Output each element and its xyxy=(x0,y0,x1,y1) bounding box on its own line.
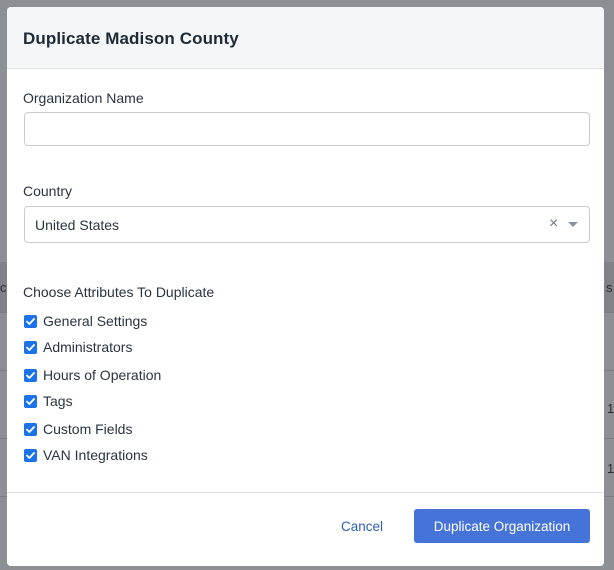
organization-name-input[interactable] xyxy=(24,112,590,146)
attributes-label: Choose Attributes To Duplicate xyxy=(23,284,215,300)
checkbox-checked-icon[interactable] xyxy=(24,448,37,462)
checkbox-label: General Settings xyxy=(43,313,148,329)
background-text-fragment: s xyxy=(606,280,613,295)
checkbox-checked-icon[interactable] xyxy=(24,314,37,328)
modal-title: Duplicate Madison County xyxy=(23,29,239,48)
modal-header: Duplicate Madison County xyxy=(7,7,604,69)
clear-icon[interactable]: × xyxy=(549,215,558,233)
attribute-checkbox-administrators[interactable]: Administrators xyxy=(24,337,132,357)
attribute-checkbox-hours-of-operation[interactable]: Hours of Operation xyxy=(24,365,161,385)
checkbox-label: Hours of Operation xyxy=(43,367,162,383)
chevron-down-icon[interactable] xyxy=(568,222,578,227)
background-text-fragment: 1 xyxy=(607,401,614,416)
checkbox-label: Administrators xyxy=(43,339,133,355)
checkbox-checked-icon[interactable] xyxy=(24,340,37,354)
attribute-checkbox-van-integrations[interactable]: VAN Integrations xyxy=(24,445,148,465)
checkbox-label: VAN Integrations xyxy=(43,447,148,463)
cancel-button[interactable]: Cancel xyxy=(341,519,383,534)
checkbox-label: Tags xyxy=(43,393,73,409)
country-selected-value: United States xyxy=(35,217,120,233)
attribute-checkbox-tags[interactable]: Tags xyxy=(24,391,73,411)
duplicate-organization-button[interactable]: Duplicate Organization xyxy=(414,509,590,543)
background-text-fragment: 1 xyxy=(607,461,614,476)
duplicate-organization-modal: Duplicate Madison County Organization Na… xyxy=(7,7,604,566)
checkbox-checked-icon[interactable] xyxy=(24,394,37,408)
organization-name-label: Organization Name xyxy=(23,90,144,106)
attribute-checkbox-general-settings[interactable]: General Settings xyxy=(24,311,147,331)
modal-footer: Cancel Duplicate Organization xyxy=(7,492,604,566)
country-select[interactable]: United States × xyxy=(24,206,590,243)
attribute-checkbox-custom-fields[interactable]: Custom Fields xyxy=(24,419,132,439)
checkbox-checked-icon[interactable] xyxy=(24,422,37,436)
checkbox-checked-icon[interactable] xyxy=(24,368,37,382)
country-label: Country xyxy=(23,183,73,199)
checkbox-label: Custom Fields xyxy=(43,421,133,437)
